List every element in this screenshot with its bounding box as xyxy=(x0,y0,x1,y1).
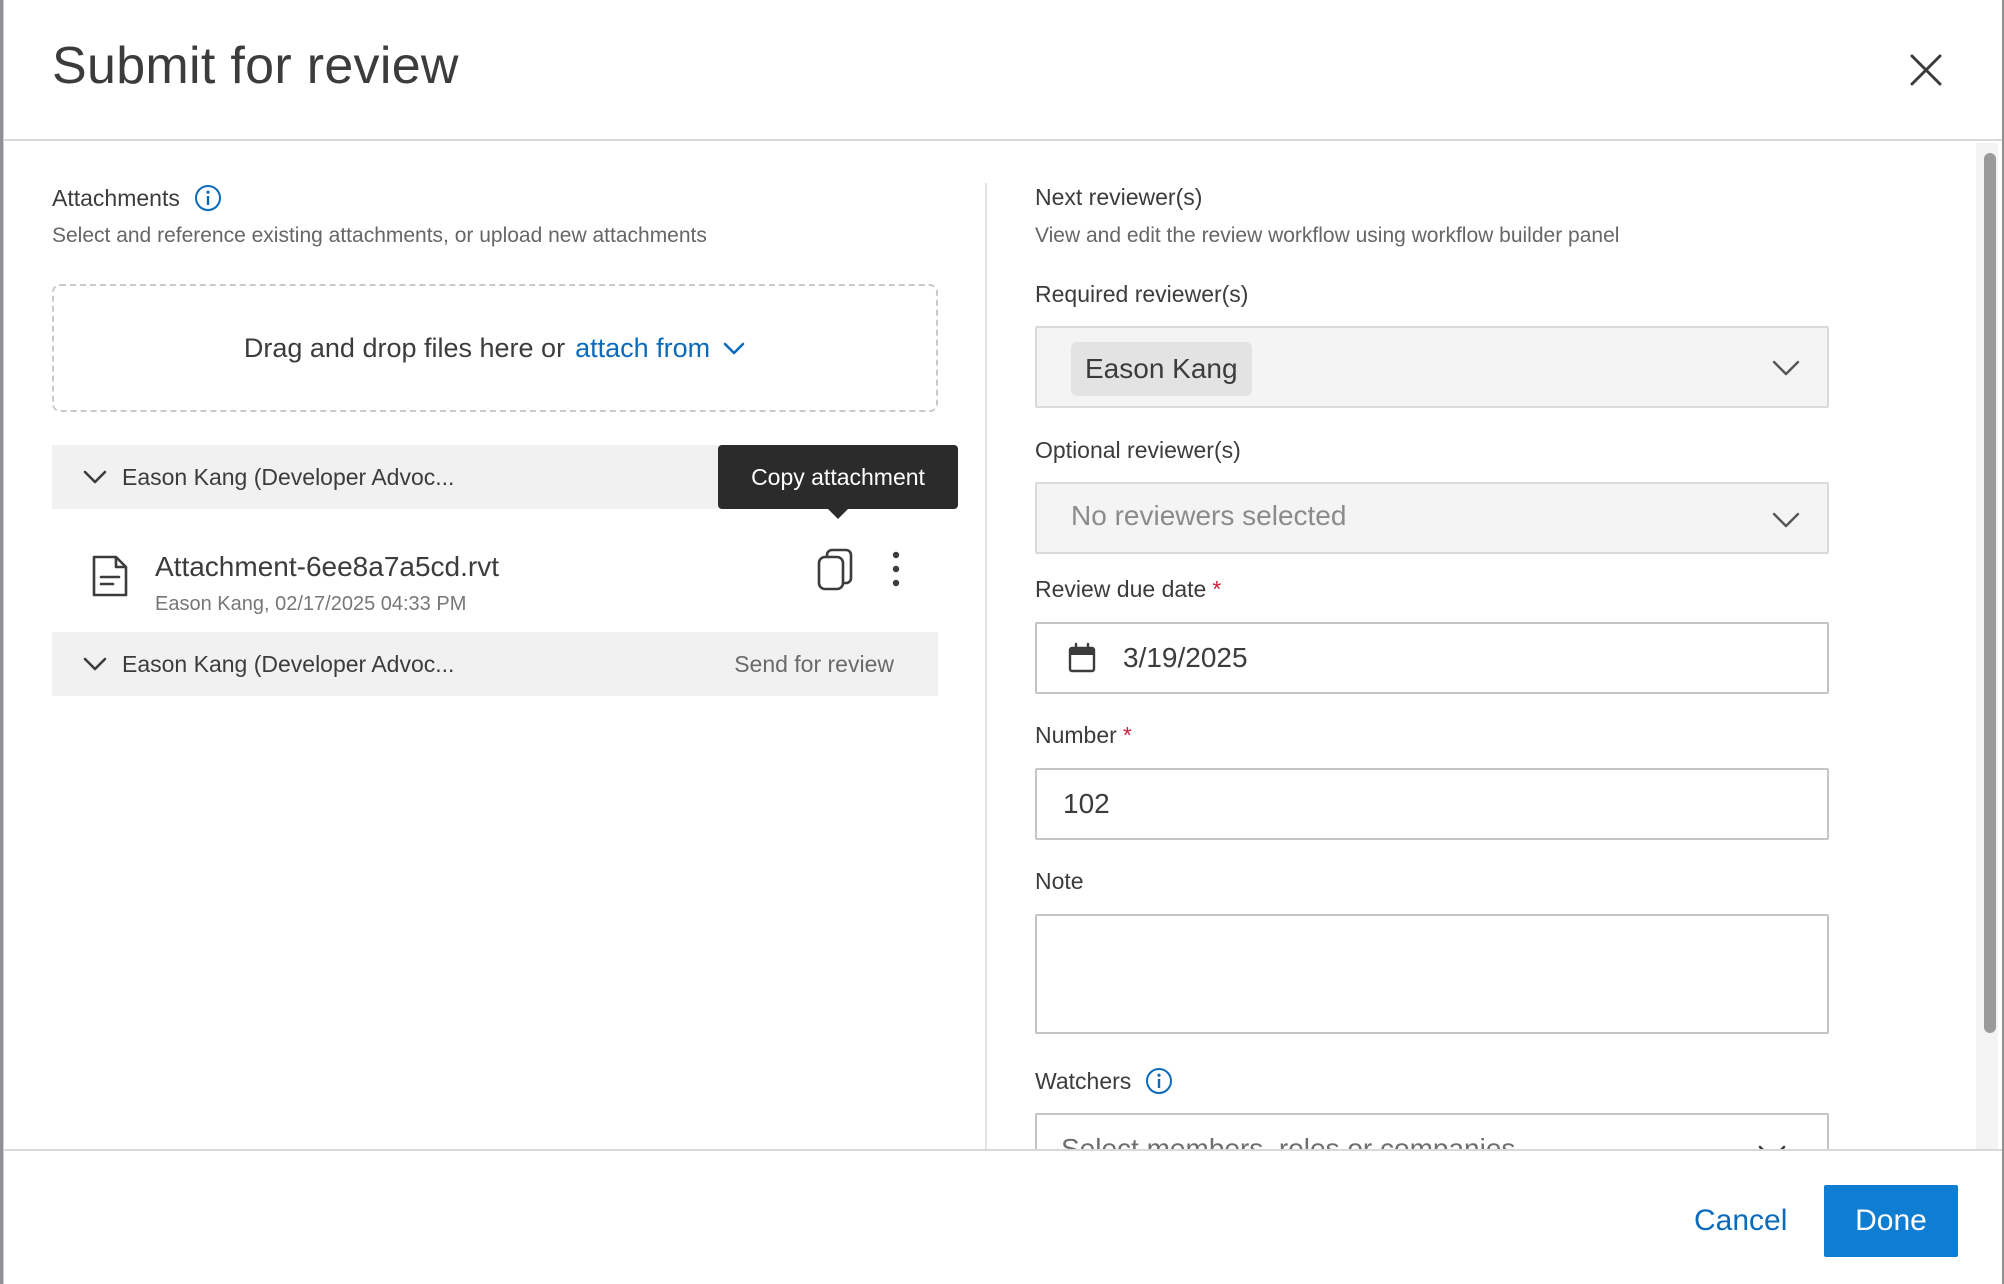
optional-reviewers-placeholder: No reviewers selected xyxy=(1071,500,1347,531)
scrollbar-thumb[interactable] xyxy=(1984,153,1996,1033)
optional-reviewers-select[interactable]: No reviewers selected xyxy=(1035,482,1829,554)
info-icon[interactable] xyxy=(1145,1067,1173,1095)
chevron-down-icon xyxy=(1758,1145,1786,1149)
document-icon xyxy=(92,555,128,597)
attach-from-label: attach from xyxy=(575,332,711,363)
calendar-icon[interactable] xyxy=(1067,642,1097,674)
attachment-group-title: Eason Kang (Developer Advoc... xyxy=(122,463,455,490)
cancel-button[interactable]: Cancel xyxy=(1670,1185,1811,1257)
attachment-file-name[interactable]: Attachment-6ee8a7a5cd.rvt xyxy=(155,551,499,583)
attachment-group-header[interactable]: Eason Kang (Developer Advoc... Send for … xyxy=(52,632,938,696)
note-label: Note xyxy=(1035,868,1084,894)
reviewer-chip[interactable]: Eason Kang xyxy=(1071,342,1252,396)
watchers-heading: Watchers xyxy=(1035,1067,1173,1095)
next-reviewers-label: Next reviewer(s) xyxy=(1035,184,1203,210)
note-textarea[interactable] xyxy=(1035,914,1829,1034)
watchers-select[interactable]: Select members, roles or companies xyxy=(1035,1113,1829,1149)
review-due-date-label: Review due date * xyxy=(1035,576,1221,603)
submit-for-review-dialog: Submit for review Attachments Select and… xyxy=(3,0,2002,1284)
attachments-label: Attachments xyxy=(52,184,180,211)
dropzone-text: Drag and drop files here or xyxy=(243,332,566,363)
number-label: Number * xyxy=(1035,722,1132,749)
attachment-item[interactable]: Attachment-6ee8a7a5cd.rvt Eason Kang, 02… xyxy=(52,531,938,631)
attachment-dropzone[interactable]: Drag and drop files here or attach from xyxy=(52,284,938,412)
more-options-icon[interactable] xyxy=(886,549,906,589)
watchers-label: Watchers xyxy=(1035,1067,1132,1094)
done-button[interactable]: Done xyxy=(1824,1185,1958,1257)
chevron-down-icon xyxy=(1772,360,1800,376)
number-label-text: Number xyxy=(1035,722,1117,748)
number-value: 102 xyxy=(1063,788,1110,819)
reviewers-panel: Next reviewer(s) View and edit the revie… xyxy=(1035,143,1835,1149)
dialog-body: Attachments Select and reference existin… xyxy=(4,143,2002,1149)
review-due-date-text: Review due date xyxy=(1035,576,1207,602)
attachments-heading: Attachments xyxy=(52,184,222,212)
dialog-header: Submit for review xyxy=(4,0,2002,141)
copy-icon[interactable] xyxy=(815,547,855,593)
review-due-date-value: 3/19/2025 xyxy=(1123,642,1248,673)
dialog-footer: Cancel Done xyxy=(4,1149,2002,1284)
column-divider xyxy=(985,183,987,1149)
next-reviewers-description: View and edit the review workflow using … xyxy=(1035,224,1620,247)
optional-reviewers-label: Optional reviewer(s) xyxy=(1035,437,1241,463)
chevron-down-icon xyxy=(723,342,745,355)
attachments-panel: Attachments Select and reference existin… xyxy=(52,143,958,1149)
attachments-description: Select and reference existing attachment… xyxy=(52,224,707,247)
send-for-review-status: Send for review xyxy=(734,650,894,677)
close-icon[interactable] xyxy=(1906,50,1946,90)
info-icon[interactable] xyxy=(194,184,222,212)
dialog-title: Submit for review xyxy=(52,37,459,95)
number-input[interactable]: 102 xyxy=(1035,768,1829,840)
required-marker: * xyxy=(1122,722,1132,748)
attachment-file-meta: Eason Kang, 02/17/2025 04:33 PM xyxy=(155,593,467,615)
chevron-down-icon xyxy=(1772,512,1800,528)
required-reviewers-select[interactable]: Eason Kang xyxy=(1035,326,1829,408)
chevron-down-icon xyxy=(83,657,107,671)
copy-attachment-tooltip: Copy attachment xyxy=(718,445,958,519)
required-reviewers-label: Required reviewer(s) xyxy=(1035,281,1249,307)
attachment-group-title: Eason Kang (Developer Advoc... xyxy=(122,650,455,677)
required-marker: * xyxy=(1212,576,1222,602)
chevron-down-icon xyxy=(83,470,107,484)
watchers-placeholder: Select members, roles or companies xyxy=(1061,1133,1516,1149)
attach-from-link[interactable]: attach from xyxy=(575,333,746,364)
review-due-date-input[interactable]: 3/19/2025 xyxy=(1035,622,1829,694)
